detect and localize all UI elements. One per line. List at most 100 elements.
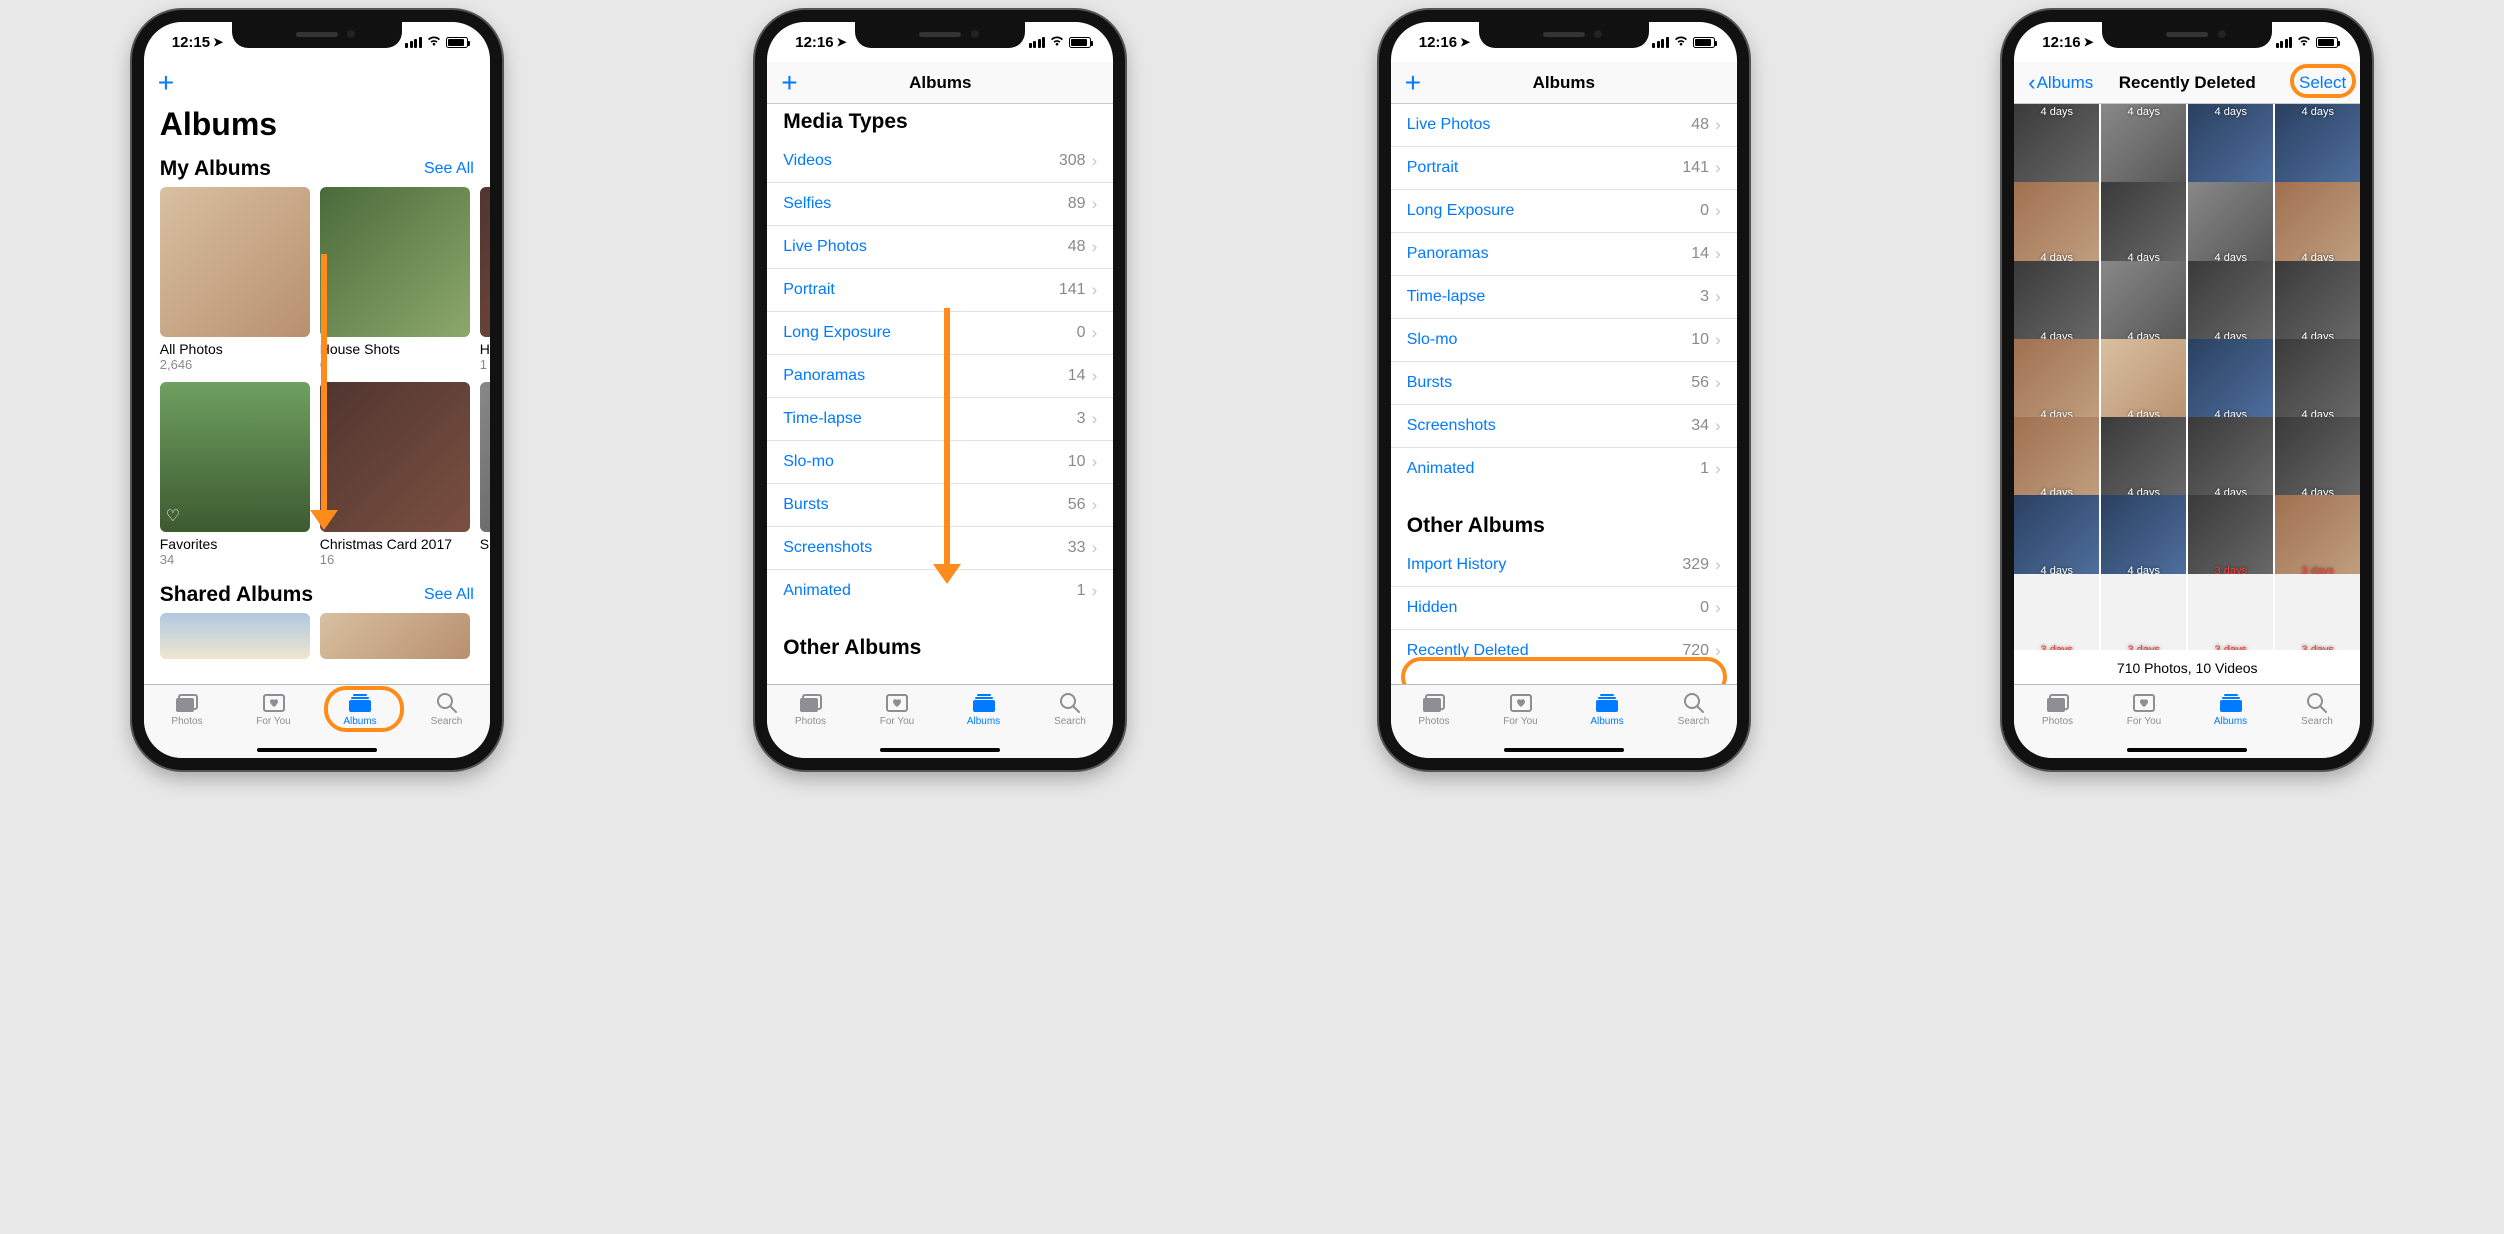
list-row-bursts[interactable]: Bursts56› — [1391, 362, 1737, 405]
tab-albums[interactable]: Albums — [2187, 691, 2274, 740]
list-row-live-photos[interactable]: Live Photos48› — [1391, 104, 1737, 147]
photo-cell[interactable]: 4 days — [2014, 182, 2099, 267]
tab-search[interactable]: Search — [2274, 691, 2361, 740]
shared-album-2[interactable] — [320, 613, 470, 659]
photo-cell[interactable]: 4 days — [2014, 495, 2099, 580]
photo-cell[interactable]: 4 days — [2275, 104, 2360, 189]
see-all-link[interactable]: See All — [424, 160, 474, 178]
other-albums-list: Import History329›Hidden0›Recently Delet… — [1391, 544, 1737, 672]
album-partial-2[interactable]: S — [480, 382, 490, 567]
list-row-import-history[interactable]: Import History329› — [1391, 544, 1737, 587]
album-house-shots[interactable]: House Shots 6 — [320, 187, 470, 372]
home-indicator[interactable] — [2127, 748, 2247, 752]
tab-albums[interactable]: Albums — [317, 691, 404, 740]
photo-cell[interactable]: 3 days — [2101, 574, 2186, 650]
photo-cell[interactable]: 3 days — [2275, 495, 2360, 580]
tab-albums[interactable]: Albums — [1564, 691, 1651, 740]
tab-photos[interactable]: Photos — [767, 691, 854, 740]
home-indicator[interactable] — [257, 748, 377, 752]
chevron-right-icon: › — [1715, 201, 1721, 221]
select-button[interactable]: Select — [2299, 73, 2346, 93]
tab-photos[interactable]: Photos — [144, 691, 231, 740]
add-button[interactable]: + — [781, 69, 797, 97]
photo-cell[interactable]: 3 days — [2188, 495, 2273, 580]
list-row-screenshots[interactable]: Screenshots34› — [1391, 405, 1737, 448]
list-row-hidden[interactable]: Hidden0› — [1391, 587, 1737, 630]
list-row-screenshots[interactable]: Screenshots33› — [767, 527, 1113, 570]
list-row-selfies[interactable]: Selfies89› — [767, 183, 1113, 226]
home-indicator[interactable] — [1504, 748, 1624, 752]
list-row-panoramas[interactable]: Panoramas14› — [1391, 233, 1737, 276]
shared-album-1[interactable] — [160, 613, 310, 659]
tab-search[interactable]: Search — [403, 691, 490, 740]
photo-cell[interactable]: 4 days — [2275, 182, 2360, 267]
list-row-live-photos[interactable]: Live Photos48› — [767, 226, 1113, 269]
photo-cell[interactable]: 4 days — [2014, 261, 2099, 346]
list-row-videos[interactable]: Videos308› — [767, 140, 1113, 183]
list-row-value: 720› — [1682, 641, 1720, 661]
tab-for-you[interactable]: For You — [1477, 691, 1564, 740]
photo-cell[interactable]: 4 days — [2188, 182, 2273, 267]
tab-albums[interactable]: Albums — [940, 691, 1027, 740]
album-favorites[interactable]: ♡ Favorites 34 — [160, 382, 310, 567]
list-row-time-lapse[interactable]: Time-lapse3› — [767, 398, 1113, 441]
list-row-long-exposure[interactable]: Long Exposure0› — [1391, 190, 1737, 233]
photo-grid[interactable]: 4 days4 days4 days4 days4 days4 days4 da… — [2014, 104, 2360, 650]
list-row-recently-deleted[interactable]: Recently Deleted720› — [1391, 630, 1737, 672]
album-name: Christmas Card 2017 — [320, 536, 470, 552]
tab-search[interactable]: Search — [1650, 691, 1737, 740]
photo-cell[interactable]: 4 days — [2014, 104, 2099, 189]
tab-for-you[interactable]: For You — [230, 691, 317, 740]
photo-cell[interactable]: 3 days — [2014, 574, 2099, 650]
list-row-animated[interactable]: Animated1› — [767, 570, 1113, 612]
photo-cell[interactable]: 4 days — [2014, 417, 2099, 502]
signal-icon — [2276, 37, 2293, 48]
albums-icon — [347, 691, 373, 715]
home-indicator[interactable] — [880, 748, 1000, 752]
photo-cell[interactable]: 4 days — [2188, 417, 2273, 502]
list-row-panoramas[interactable]: Panoramas14› — [767, 355, 1113, 398]
album-all-photos[interactable]: All Photos 2,646 — [160, 187, 310, 372]
location-icon: ➤ — [837, 35, 847, 49]
photo-cell[interactable]: 4 days — [2101, 495, 2186, 580]
section-other-albums: Other Albums — [1391, 490, 1737, 544]
status-time: 12:16 — [2042, 34, 2080, 51]
list-row-time-lapse[interactable]: Time-lapse3› — [1391, 276, 1737, 319]
tab-for-you[interactable]: For You — [854, 691, 941, 740]
photo-cell[interactable]: 4 days — [2101, 182, 2186, 267]
photo-cell[interactable]: 4 days — [2101, 104, 2186, 189]
album-partial-1[interactable]: H 1 — [480, 187, 490, 372]
phone-3: 12:16 ➤ + Albums Live Photos48›Portrait1… — [1379, 10, 1749, 770]
tab-photos[interactable]: Photos — [1391, 691, 1478, 740]
list-row-slo-mo[interactable]: Slo-mo10› — [767, 441, 1113, 484]
add-button[interactable]: + — [1405, 69, 1421, 97]
photo-cell[interactable]: 3 days — [2275, 574, 2360, 650]
tab-label: Search — [2301, 716, 2333, 727]
days-remaining-label: 3 days — [2018, 644, 2095, 650]
photo-cell[interactable]: 4 days — [2188, 339, 2273, 424]
photo-cell[interactable]: 3 days — [2188, 574, 2273, 650]
chevron-right-icon: › — [1092, 452, 1098, 472]
photo-cell[interactable]: 4 days — [2275, 417, 2360, 502]
list-row-animated[interactable]: Animated1› — [1391, 448, 1737, 490]
list-row-bursts[interactable]: Bursts56› — [767, 484, 1113, 527]
list-row-long-exposure[interactable]: Long Exposure0› — [767, 312, 1113, 355]
list-row-portrait[interactable]: Portrait141› — [1391, 147, 1737, 190]
tab-for-you[interactable]: For You — [2101, 691, 2188, 740]
photo-cell[interactable]: 4 days — [2014, 339, 2099, 424]
tab-photos[interactable]: Photos — [2014, 691, 2101, 740]
tab-search[interactable]: Search — [1027, 691, 1114, 740]
album-christmas[interactable]: Christmas Card 2017 16 — [320, 382, 470, 567]
back-button[interactable]: ‹ Albums — [2028, 70, 2093, 96]
photo-cell[interactable]: 4 days — [2101, 261, 2186, 346]
photo-cell[interactable]: 4 days — [2275, 261, 2360, 346]
list-row-slo-mo[interactable]: Slo-mo10› — [1391, 319, 1737, 362]
photo-cell[interactable]: 4 days — [2101, 339, 2186, 424]
photo-cell[interactable]: 4 days — [2188, 104, 2273, 189]
see-all-link[interactable]: See All — [424, 586, 474, 604]
photo-cell[interactable]: 4 days — [2275, 339, 2360, 424]
photo-cell[interactable]: 4 days — [2101, 417, 2186, 502]
list-row-portrait[interactable]: Portrait141› — [767, 269, 1113, 312]
photo-cell[interactable]: 4 days — [2188, 261, 2273, 346]
add-button[interactable]: + — [158, 69, 174, 97]
